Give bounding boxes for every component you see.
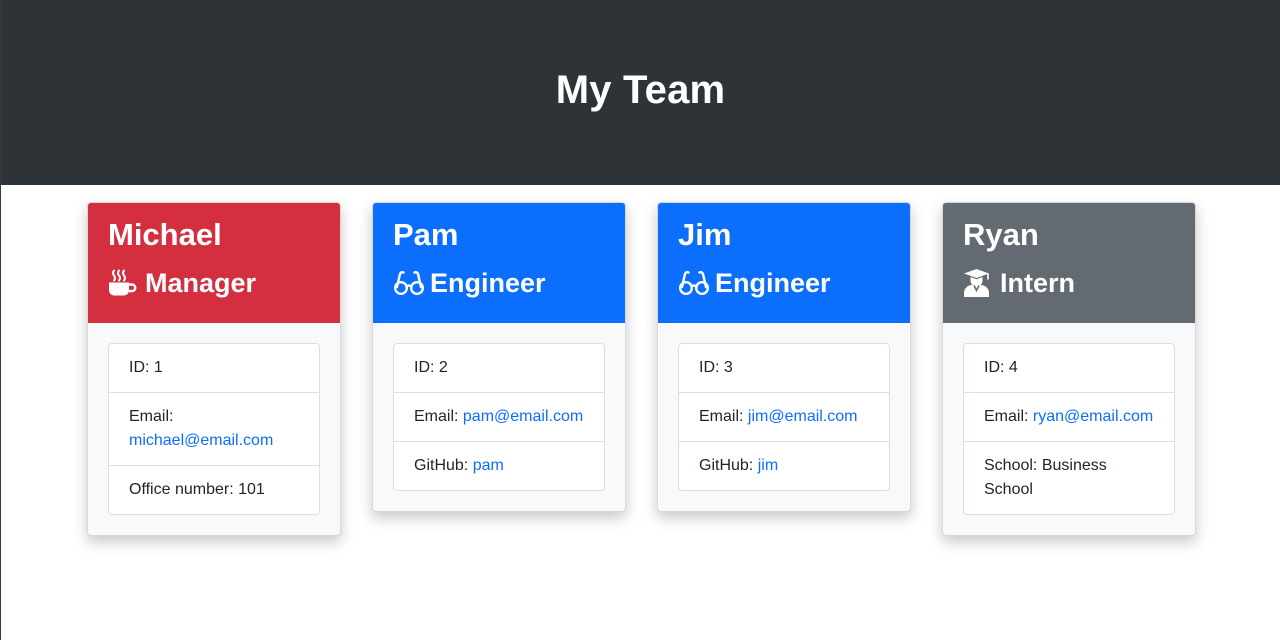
email-link[interactable]: ryan@email.com xyxy=(1033,408,1153,425)
card-body: ID: 3 Email: jim@email.com GitHub: jim xyxy=(658,323,910,511)
card-body: ID: 4 Email: ryan@email.com School: Busi… xyxy=(943,323,1195,535)
info-list: ID: 4 Email: ryan@email.com School: Busi… xyxy=(963,343,1175,515)
info-list: ID: 2 Email: pam@email.com GitHub: pam xyxy=(393,343,605,491)
id-item: ID: 2 xyxy=(414,359,448,376)
employee-role: Intern xyxy=(963,266,1175,300)
github-label: GitHub: xyxy=(414,457,469,474)
id-item: ID: 3 xyxy=(699,359,733,376)
employee-role: Engineer xyxy=(678,266,890,300)
school-label: School: xyxy=(984,457,1038,474)
github-label: GitHub: xyxy=(699,457,754,474)
id-item: ID: 4 xyxy=(984,359,1018,376)
email-item: Email: michael@email.com xyxy=(109,392,319,465)
id-item: ID: 1 xyxy=(129,359,163,376)
role-label: Engineer xyxy=(430,268,546,298)
card-header: Jim Engineer xyxy=(658,203,910,323)
email-link[interactable]: pam@email.com xyxy=(463,408,583,425)
office-number-value: 101 xyxy=(238,481,265,498)
card-body: ID: 2 Email: pam@email.com GitHub: pam xyxy=(373,323,625,511)
employee-card-manager: Michael Manager ID: 1 Email: michael@ema… xyxy=(87,202,341,536)
github-item: GitHub: jim xyxy=(679,441,889,490)
card-header: Michael Manager xyxy=(88,203,340,323)
email-item: Email: pam@email.com xyxy=(394,392,604,441)
employee-card-engineer: Pam Engineer ID: 2 Email: pam@email.com … xyxy=(372,202,626,512)
email-item: Email: ryan@email.com xyxy=(964,392,1174,441)
employee-name: Ryan xyxy=(963,217,1039,252)
office-number-item: Office number: 101 xyxy=(109,465,319,514)
employee-role: Manager xyxy=(108,266,320,300)
email-label: Email: xyxy=(984,408,1029,425)
team-cards: Michael Manager ID: 1 Email: michael@ema… xyxy=(87,202,1197,542)
info-list: ID: 3 Email: jim@email.com GitHub: jim xyxy=(678,343,890,491)
glasses-icon xyxy=(678,268,710,298)
email-label: Email: xyxy=(129,408,174,425)
card-body: ID: 1 Email: michael@email.com Office nu… xyxy=(88,323,340,535)
github-link[interactable]: pam xyxy=(473,457,504,474)
employee-name: Michael xyxy=(108,217,222,252)
email-item: Email: jim@email.com xyxy=(679,392,889,441)
github-link[interactable]: jim xyxy=(758,457,778,474)
employee-role: Engineer xyxy=(393,266,605,300)
graduate-icon xyxy=(963,268,995,298)
page-title: My Team xyxy=(555,68,726,112)
glasses-icon xyxy=(393,268,425,298)
info-list: ID: 1 Email: michael@email.com Office nu… xyxy=(108,343,320,515)
employee-card-intern: Ryan Intern ID: 4 Email: ryan@email.com … xyxy=(942,202,1196,536)
office-number-label: Office number: xyxy=(129,481,234,498)
email-label: Email: xyxy=(414,408,459,425)
email-link[interactable]: michael@email.com xyxy=(129,432,273,449)
email-link[interactable]: jim@email.com xyxy=(748,408,858,425)
page-header: My Team xyxy=(1,0,1280,185)
role-label: Engineer xyxy=(715,268,831,298)
school-item: School: Business School xyxy=(964,441,1174,514)
github-item: GitHub: pam xyxy=(394,441,604,490)
employee-card-engineer: Jim Engineer ID: 3 Email: jim@email.com … xyxy=(657,202,911,512)
card-header: Pam Engineer xyxy=(373,203,625,323)
role-label: Intern xyxy=(1000,268,1076,298)
email-label: Email: xyxy=(699,408,744,425)
coffee-icon xyxy=(108,268,140,298)
employee-name: Pam xyxy=(393,217,459,252)
card-header: Ryan Intern xyxy=(943,203,1195,323)
employee-name: Jim xyxy=(678,217,732,252)
role-label: Manager xyxy=(145,268,257,298)
